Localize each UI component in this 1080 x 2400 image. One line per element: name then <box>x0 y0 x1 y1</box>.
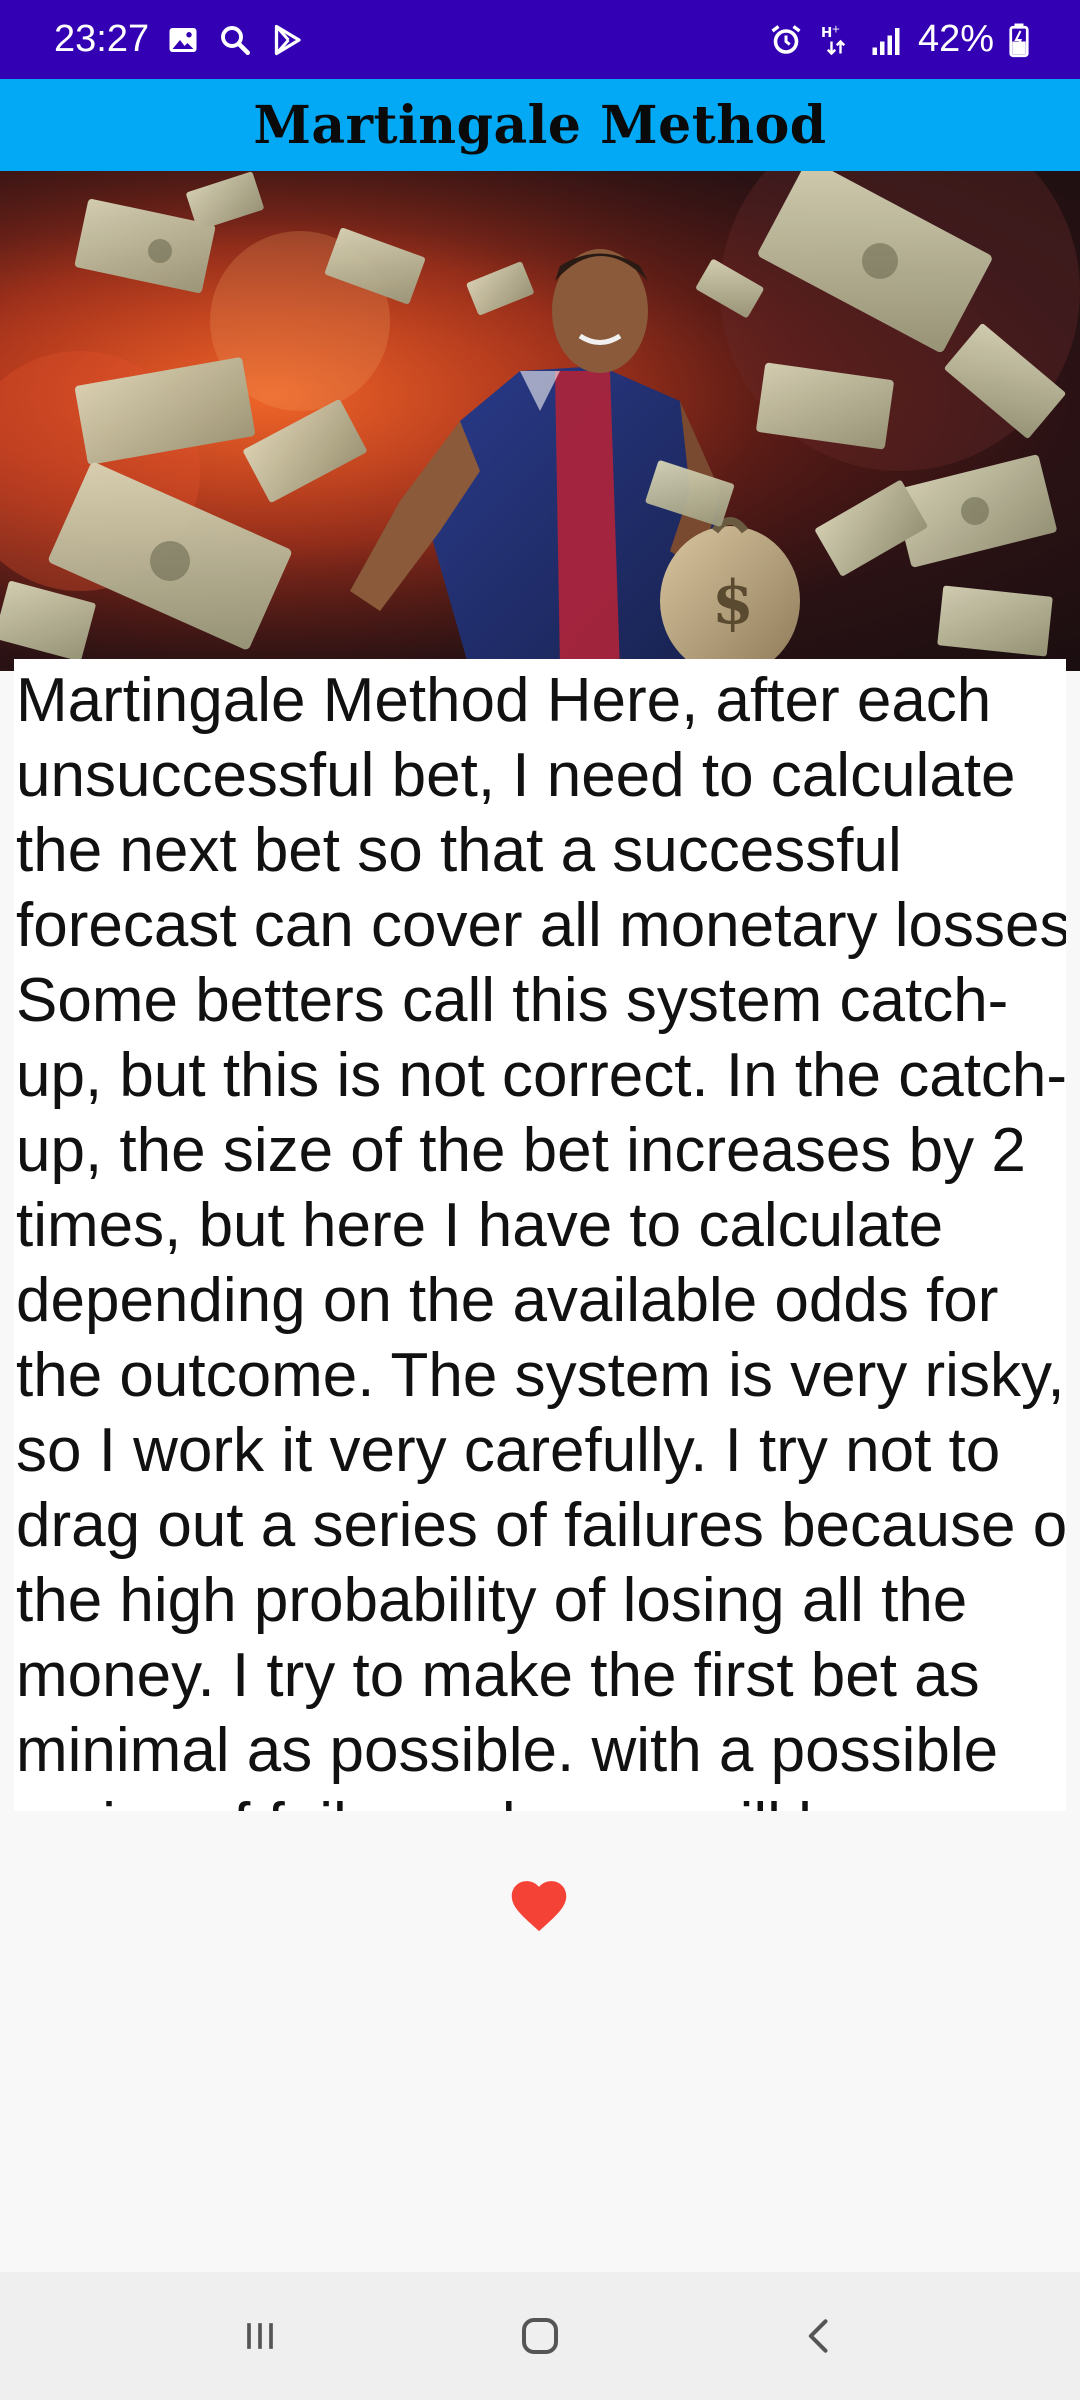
recent-apps-icon <box>247 2323 273 2349</box>
play-store-icon <box>269 22 305 58</box>
favorite-button[interactable] <box>504 1872 574 1934</box>
alarm-icon <box>768 22 804 58</box>
status-right: H + 42% <box>768 18 1030 61</box>
gallery-icon <box>165 22 201 58</box>
home-icon <box>522 2318 558 2354</box>
battery-icon <box>1008 22 1030 58</box>
hero-image: $ <box>0 171 1080 671</box>
heart-icon <box>511 1881 567 1932</box>
svg-text:+: + <box>831 23 840 35</box>
recent-apps-button[interactable] <box>220 2296 300 2376</box>
signal-icon <box>868 22 904 58</box>
article-text: Martingale Method Here, after each unsuc… <box>16 666 1066 1811</box>
status-time: 23:27 <box>54 18 150 60</box>
home-button[interactable] <box>500 2296 580 2376</box>
page-title: Martingale Method <box>253 94 827 156</box>
app-bar: Martingale Method <box>0 79 1080 171</box>
back-icon <box>808 2319 828 2353</box>
svg-text:$: $ <box>712 568 754 638</box>
back-button[interactable] <box>780 2296 860 2376</box>
data-arrows-icon: H + <box>818 22 854 58</box>
battery-percent: 42% <box>917 18 994 60</box>
article-panel[interactable]: Martingale Method Here, after each unsuc… <box>14 659 1066 1811</box>
status-left: 23:27 <box>54 18 305 61</box>
status-bar: 23:27 H + 42% <box>0 0 1080 79</box>
system-nav-bar <box>0 2272 1080 2400</box>
search-icon <box>217 22 253 58</box>
